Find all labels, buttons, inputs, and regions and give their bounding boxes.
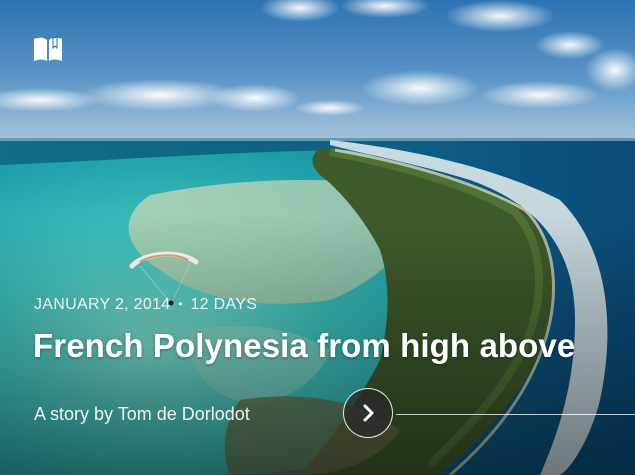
story-duration: 12 DAYS xyxy=(190,296,258,313)
story-card[interactable]: JANUARY 2, 2014 • 12 DAYS French Polynes… xyxy=(0,0,635,475)
story-title: French Polynesia from high above xyxy=(33,327,576,364)
divider-line xyxy=(396,414,635,415)
book-open-icon[interactable] xyxy=(32,34,64,64)
story-byline: A story by Tom de Dorlodot xyxy=(34,404,250,424)
next-button[interactable] xyxy=(343,388,393,438)
meta-separator: • xyxy=(178,297,183,311)
chevron-right-icon xyxy=(363,404,374,422)
story-meta: JANUARY 2, 2014 • 12 DAYS xyxy=(34,296,257,314)
story-date: JANUARY 2, 2014 xyxy=(34,296,171,313)
